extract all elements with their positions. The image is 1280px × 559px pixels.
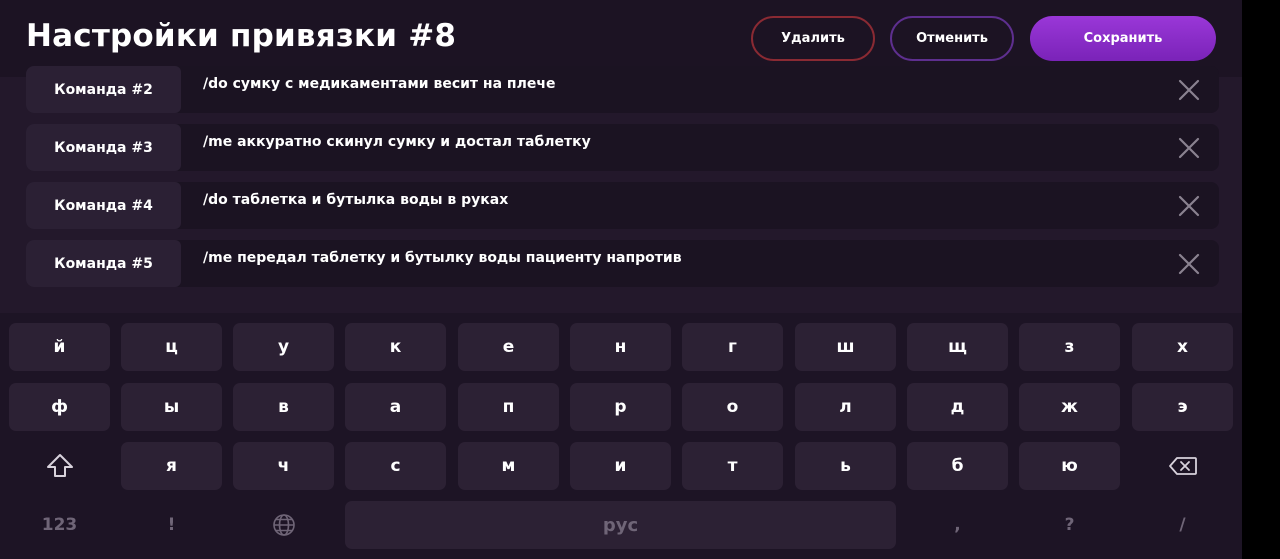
cancel-button[interactable]: Отменить: [890, 16, 1014, 61]
command-label[interactable]: Команда #4: [26, 182, 181, 229]
exclamation-key[interactable]: !: [121, 501, 222, 549]
key-letter[interactable]: д: [907, 383, 1008, 431]
command-label[interactable]: Команда #3: [26, 124, 181, 171]
key-letter[interactable]: ж: [1019, 383, 1120, 431]
page-title: Настройки привязки #8: [26, 18, 457, 54]
comma-key[interactable]: ,: [907, 501, 1008, 549]
key-letter[interactable]: ц: [121, 323, 222, 371]
numbers-key[interactable]: 123: [9, 501, 110, 549]
close-icon[interactable]: [1177, 252, 1201, 276]
language-key[interactable]: [233, 501, 334, 549]
key-letter[interactable]: о: [682, 383, 783, 431]
key-letter[interactable]: г: [682, 323, 783, 371]
key-letter[interactable]: б: [907, 442, 1008, 490]
key-letter[interactable]: т: [682, 442, 783, 490]
key-letter[interactable]: с: [345, 442, 446, 490]
space-key[interactable]: рус: [345, 501, 896, 549]
screen: Настройки привязки #8 Удалить Отменить С…: [0, 0, 1242, 559]
question-key[interactable]: ?: [1019, 501, 1120, 549]
key-letter[interactable]: и: [570, 442, 671, 490]
close-icon[interactable]: [1177, 194, 1201, 218]
key-letter[interactable]: н: [570, 323, 671, 371]
key-letter[interactable]: ч: [233, 442, 334, 490]
command-label[interactable]: Команда #5: [26, 240, 181, 287]
close-icon[interactable]: [1177, 78, 1201, 102]
key-letter[interactable]: м: [458, 442, 559, 490]
key-letter[interactable]: ф: [9, 383, 110, 431]
key-letter[interactable]: ю: [1019, 442, 1120, 490]
backspace-key[interactable]: [1132, 442, 1233, 490]
key-letter[interactable]: е: [458, 323, 559, 371]
close-icon[interactable]: [1177, 136, 1201, 160]
key-letter[interactable]: ш: [795, 323, 896, 371]
shift-icon: [46, 454, 73, 477]
key-letter[interactable]: й: [9, 323, 110, 371]
key-letter[interactable]: п: [458, 383, 559, 431]
slash-key[interactable]: /: [1132, 501, 1233, 549]
command-row-2: Команда #2 /do сумку с медикаментами вес…: [26, 66, 1219, 113]
command-text[interactable]: /do таблетка и бутылка воды в руках: [203, 192, 508, 208]
key-letter[interactable]: а: [345, 383, 446, 431]
key-letter[interactable]: э: [1132, 383, 1233, 431]
delete-button[interactable]: Удалить: [751, 16, 875, 61]
key-letter[interactable]: щ: [907, 323, 1008, 371]
key-letter[interactable]: ь: [795, 442, 896, 490]
key-letter[interactable]: к: [345, 323, 446, 371]
command-row-3: Команда #3 /me аккуратно скинул сумку и …: [26, 124, 1219, 171]
key-letter[interactable]: л: [795, 383, 896, 431]
command-row-5: Команда #5 /me передал таблетку и бутылк…: [26, 240, 1219, 287]
save-button[interactable]: Сохранить: [1030, 16, 1216, 61]
command-text[interactable]: /do сумку с медикаментами весит на плече: [203, 76, 555, 92]
command-label[interactable]: Команда #2: [26, 66, 181, 113]
key-letter[interactable]: з: [1019, 323, 1120, 371]
key-letter[interactable]: в: [233, 383, 334, 431]
key-letter[interactable]: р: [570, 383, 671, 431]
key-letter[interactable]: ы: [121, 383, 222, 431]
backspace-icon: [1168, 457, 1197, 475]
shift-key[interactable]: [9, 442, 110, 490]
key-letter[interactable]: х: [1132, 323, 1233, 371]
key-letter[interactable]: я: [121, 442, 222, 490]
command-text[interactable]: /me аккуратно скинул сумку и достал табл…: [203, 134, 591, 150]
command-text[interactable]: /me передал таблетку и бутылку воды паци…: [203, 250, 682, 266]
globe-icon: [272, 514, 295, 536]
command-row-4: Команда #4 /do таблетка и бутылка воды в…: [26, 182, 1219, 229]
key-letter[interactable]: у: [233, 323, 334, 371]
on-screen-keyboard: й ц у к е н г ш щ з х ф ы в а п р о л д …: [0, 313, 1242, 559]
